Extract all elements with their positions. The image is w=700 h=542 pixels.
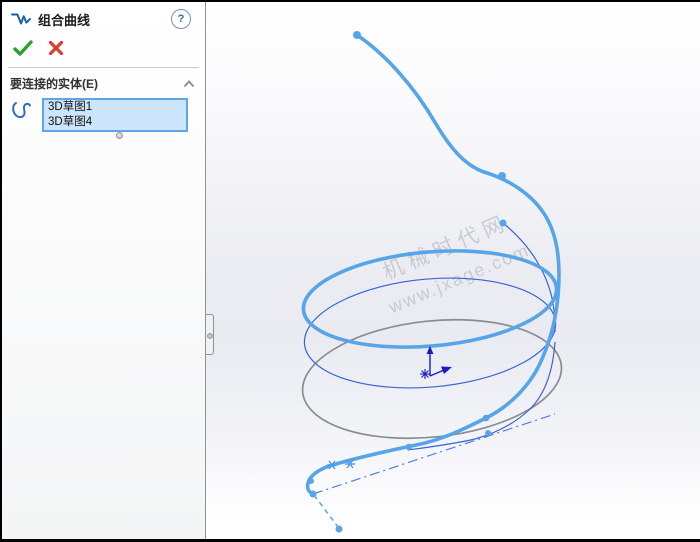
group-label: 要连接的实体(E)	[10, 75, 183, 92]
origin-asterisk	[420, 369, 430, 379]
composite-curve-icon	[10, 10, 32, 28]
endpoint-dot[interactable]	[498, 172, 506, 180]
curve-entity-icon	[10, 98, 34, 124]
dashed-end-segment[interactable]	[314, 495, 338, 527]
construction-centerline[interactable]	[313, 414, 555, 494]
selection-listbox[interactable]: 3D草图1 3D草图4	[42, 98, 188, 132]
endpoint-dot[interactable]	[336, 526, 343, 533]
selection-item[interactable]: 3D草图4	[44, 115, 186, 130]
help-icon[interactable]: ?	[171, 9, 191, 29]
endpoint-dot[interactable]	[483, 415, 490, 422]
endpoint-dot[interactable]	[353, 31, 361, 39]
group-entities-to-join[interactable]: 要连接的实体(E)	[2, 68, 205, 96]
helix-sketch-loop[interactable]	[300, 268, 560, 398]
cancel-x-icon[interactable]	[48, 40, 64, 56]
panel-title: 组合曲线	[38, 10, 171, 29]
endpoint-dot[interactable]	[500, 220, 507, 227]
panel-splitter-handle[interactable]	[206, 314, 214, 355]
listbox-resize-grip[interactable]	[116, 132, 123, 139]
panel-actions	[2, 33, 205, 65]
composite-curve-selected[interactable]	[308, 35, 559, 494]
solidworks-window: 机械时代网 www.jxage.com	[0, 0, 700, 542]
origin-marker[interactable]	[420, 346, 452, 379]
composite-curve-loop[interactable]	[299, 241, 560, 357]
selection-row: 3D草图1 3D草图4	[2, 96, 205, 132]
chevron-up-icon[interactable]	[183, 80, 195, 88]
helix-sketch-leadin[interactable]	[503, 223, 555, 332]
property-manager-panel: 组合曲线 ? 要连接的实体(E) 3D草图1 3D	[2, 2, 206, 539]
selection-item[interactable]: 3D草图1	[44, 100, 186, 115]
endpoint-dot[interactable]	[406, 444, 413, 451]
ok-check-icon[interactable]	[12, 39, 34, 57]
endpoint-dot[interactable]	[308, 478, 314, 484]
panel-header: 组合曲线 ?	[2, 2, 205, 33]
inactive-circle-sketch[interactable]	[297, 308, 568, 451]
endpoint-dot[interactable]	[310, 491, 317, 498]
endpoint-dot[interactable]	[485, 430, 491, 436]
splitter-grip-dot	[207, 333, 213, 339]
